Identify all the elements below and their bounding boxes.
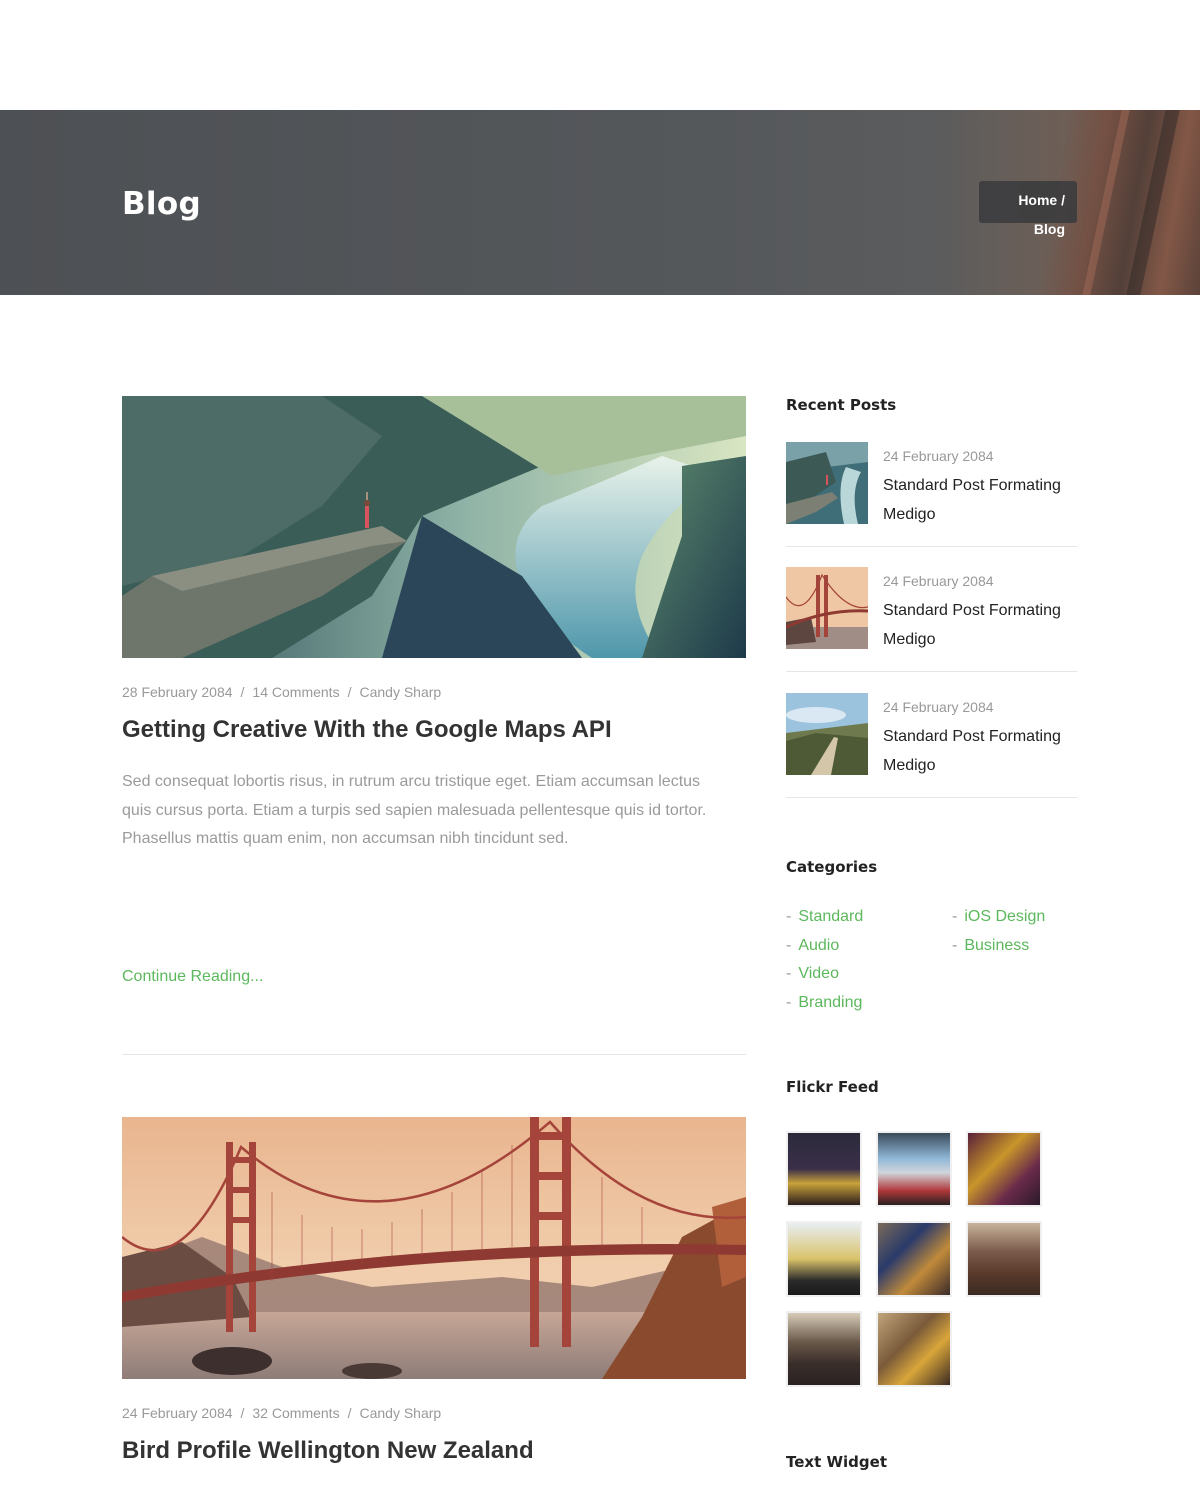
- recent-post-title[interactable]: Standard Post Formating Medigo: [883, 723, 1083, 780]
- recent-post-thumbnail[interactable]: [786, 693, 868, 775]
- recent-post-divider: [786, 546, 1077, 547]
- page-title: Blog: [122, 186, 201, 222]
- category-dash: -: [786, 908, 792, 925]
- flickr-photo[interactable]: [786, 1221, 862, 1297]
- recent-post-thumbnail[interactable]: [786, 567, 868, 649]
- post-comments-link[interactable]: 32 Comments: [252, 1405, 339, 1421]
- category-dash: -: [952, 936, 958, 954]
- category-dash: -: [786, 993, 792, 1011]
- category-link[interactable]: iOS Design: [964, 908, 1045, 925]
- continue-reading-link[interactable]: Continue Reading...: [122, 968, 263, 986]
- recent-post-item[interactable]: 24 February 2084 Standard Post Formating…: [786, 442, 1077, 568]
- flickr-photo[interactable]: [876, 1131, 952, 1207]
- flickr-feed-title: Flickr Feed: [786, 1078, 879, 1096]
- category-item[interactable]: - Audio: [786, 932, 863, 961]
- post-author-link[interactable]: Candy Sharp: [359, 684, 441, 700]
- post-meta: 28 February 2084 / 14 Comments / Candy Sharp: [122, 684, 746, 700]
- category-dash: -: [952, 908, 958, 925]
- text-widget-title: Text Widget: [786, 1453, 887, 1471]
- recent-post-title[interactable]: Standard Post Formating Medigo: [883, 472, 1083, 529]
- recent-post-date: 24 February 2084: [883, 699, 994, 715]
- recent-posts-title: Recent Posts: [786, 396, 897, 414]
- meta-separator: /: [240, 1405, 245, 1421]
- flickr-photo[interactable]: [966, 1221, 1042, 1297]
- flickr-photo[interactable]: [966, 1131, 1042, 1207]
- blog-post: 28 February 2084 / 14 Comments / Candy Sharp…: [122, 396, 746, 985]
- fjord-yoga-photo: [122, 396, 746, 658]
- flickr-photo[interactable]: [876, 1221, 952, 1297]
- breadcrumb-home-link[interactable]: Home /: [1018, 192, 1065, 208]
- category-item[interactable]: - Standard: [786, 903, 863, 932]
- post-date[interactable]: 24 February 2084: [122, 1405, 233, 1421]
- bridge-thumb: [786, 567, 868, 649]
- post-title[interactable]: Getting Creative With the Google Maps AP…: [122, 716, 746, 744]
- categories-title: Categories: [786, 858, 878, 876]
- recent-post-divider: [786, 797, 1077, 798]
- recent-post-thumbnail[interactable]: [786, 442, 868, 524]
- post-title[interactable]: Bird Profile Wellington New Zealand: [122, 1437, 746, 1465]
- post-date[interactable]: 28 February 2084: [122, 684, 233, 700]
- post-meta: 24 February 2084 / 32 Comments / Candy Sharp: [122, 1405, 746, 1421]
- meta-separator: /: [240, 684, 245, 700]
- category-item[interactable]: - iOS Design: [952, 903, 1045, 932]
- category-dash: -: [786, 936, 792, 954]
- recent-post-date: 24 February 2084: [883, 448, 994, 464]
- flickr-photo[interactable]: [876, 1311, 952, 1387]
- breadcrumb-current: Blog: [1033, 221, 1065, 237]
- recent-post-divider: [786, 671, 1077, 672]
- category-item[interactable]: - Branding: [786, 989, 863, 1018]
- road-thumb: [786, 693, 868, 775]
- fjord-thumb: [786, 442, 868, 524]
- breadcrumb: Home / Blog: [979, 181, 1077, 237]
- meta-separator: /: [347, 684, 352, 700]
- categories-list-left: - Standard - Audio - Video - Branding: [786, 903, 863, 1017]
- category-link[interactable]: Audio: [798, 937, 839, 954]
- category-dash: -: [786, 965, 792, 982]
- recent-post-date: 24 February 2084: [883, 573, 994, 589]
- recent-post-item[interactable]: 24 February 2084 Standard Post Formating…: [786, 567, 1077, 693]
- golden-gate-bridge-photo: [122, 1117, 746, 1379]
- category-link[interactable]: Standard: [798, 908, 863, 925]
- categories-list-right: - iOS Design - Business: [952, 903, 1045, 960]
- post-image-fjord[interactable]: [122, 396, 746, 658]
- post-comments-link[interactable]: 14 Comments: [252, 684, 339, 700]
- post-excerpt: Sed consequat lobortis risus, in rutrum …: [122, 773, 707, 847]
- post-author-link[interactable]: Candy Sharp: [359, 1405, 441, 1421]
- post-image-bridge[interactable]: [122, 1117, 746, 1379]
- flickr-photo[interactable]: [786, 1311, 862, 1387]
- category-link[interactable]: Business: [964, 937, 1029, 954]
- category-item[interactable]: - Video: [786, 960, 863, 989]
- recent-post-title[interactable]: Standard Post Formating Medigo: [883, 597, 1083, 654]
- page-banner: Blog Home / Blog: [0, 110, 1200, 295]
- category-item[interactable]: - Business: [952, 932, 1045, 961]
- post-divider: [122, 1054, 746, 1055]
- flickr-photo[interactable]: [786, 1131, 862, 1207]
- recent-post-item[interactable]: 24 February 2084 Standard Post Formating…: [786, 693, 1077, 819]
- category-link[interactable]: Video: [798, 965, 839, 982]
- meta-separator: /: [347, 1405, 352, 1421]
- blog-post: 24 February 2084 / 32 Comments / Candy Sharp…: [122, 1117, 746, 1465]
- category-link[interactable]: Branding: [798, 994, 862, 1011]
